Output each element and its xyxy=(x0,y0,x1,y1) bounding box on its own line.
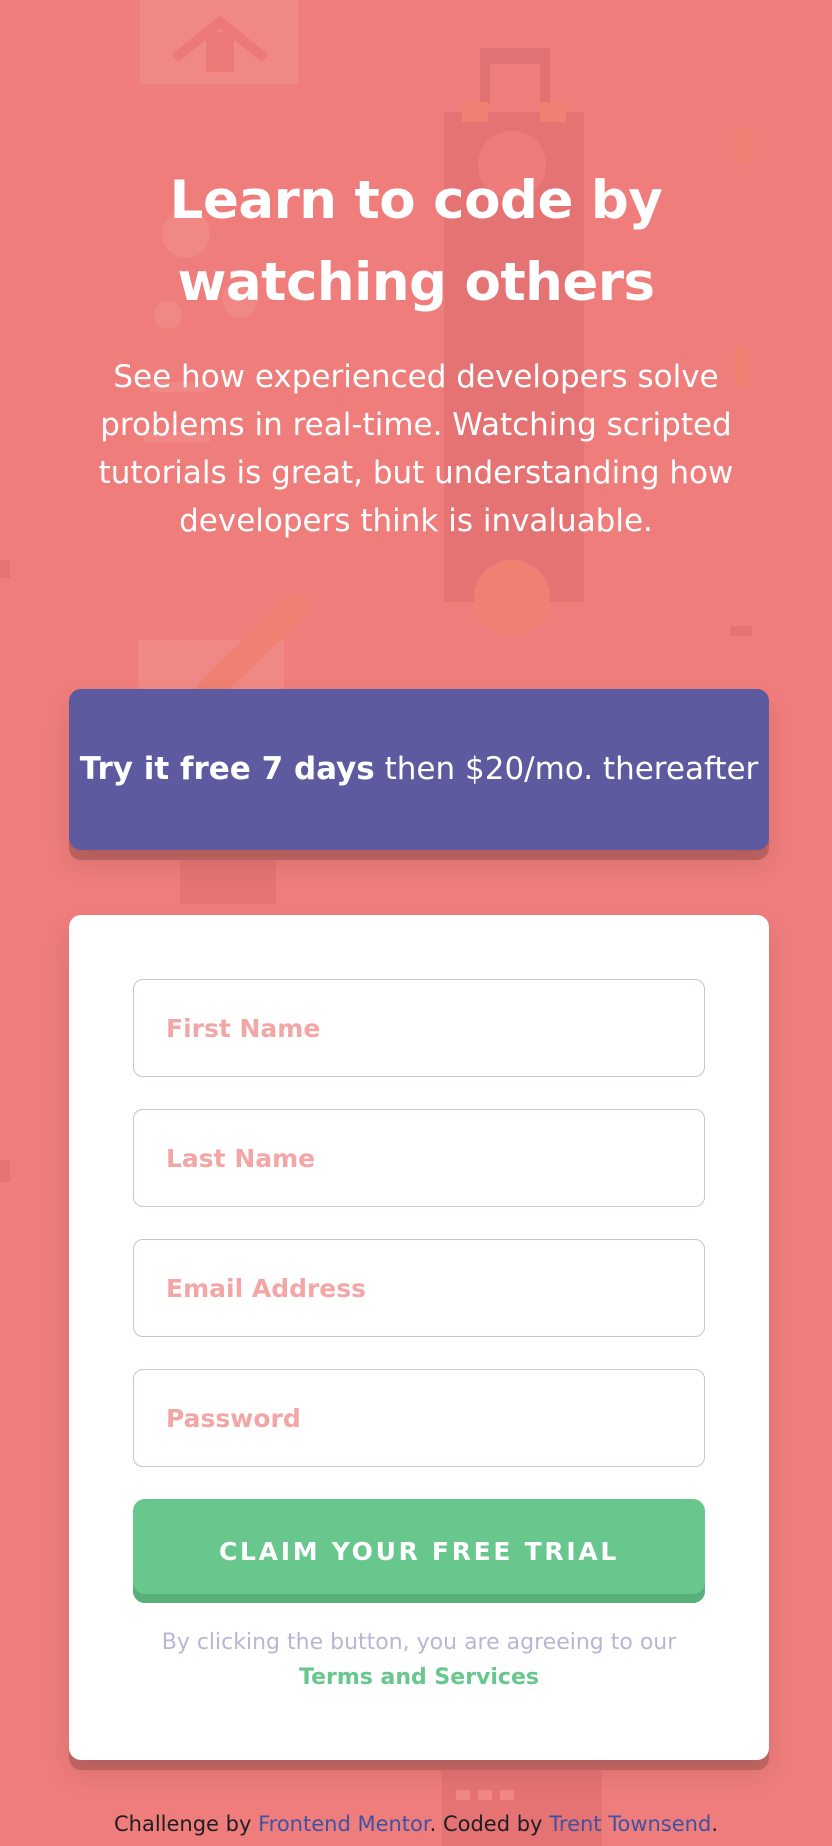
terms-link[interactable]: Terms and Services xyxy=(299,1665,539,1690)
password-input[interactable] xyxy=(133,1369,705,1467)
last-name-input[interactable] xyxy=(133,1109,705,1207)
promo-text: Try it free 7 days then $20/mo. thereaft… xyxy=(80,745,759,794)
free-trial-promo: Try it free 7 days then $20/mo. thereaft… xyxy=(69,689,769,850)
hero-description: See how experienced developers solve pro… xyxy=(98,359,734,539)
terms-note: By clicking the button, you are agreeing… xyxy=(133,1625,705,1695)
terms-prefix: By clicking the button, you are agreeing… xyxy=(161,1630,677,1655)
promo-text-after-bold: then $20/mo. thereafter xyxy=(374,751,759,787)
frontend-mentor-link[interactable]: Frontend Mentor xyxy=(258,1812,430,1836)
signup-card: CLAIM YOUR FREE TRIAL By clicking the bu… xyxy=(69,915,769,1760)
attribution-footer: Challenge by Frontend Mentor. Coded by T… xyxy=(0,1811,832,1837)
hero-title: Learn to code by watching others xyxy=(169,170,663,313)
footer-suffix: . xyxy=(711,1812,718,1836)
author-link[interactable]: Trent Townsend xyxy=(549,1812,711,1836)
coded-by-text: . Coded by xyxy=(429,1812,550,1836)
challenge-by-text: Challenge by xyxy=(113,1812,259,1836)
email-input[interactable] xyxy=(133,1239,705,1337)
first-name-input[interactable] xyxy=(133,979,705,1077)
promo-bold-text: Try it free 7 days xyxy=(79,751,375,787)
claim-trial-button[interactable]: CLAIM YOUR FREE TRIAL xyxy=(133,1499,705,1603)
